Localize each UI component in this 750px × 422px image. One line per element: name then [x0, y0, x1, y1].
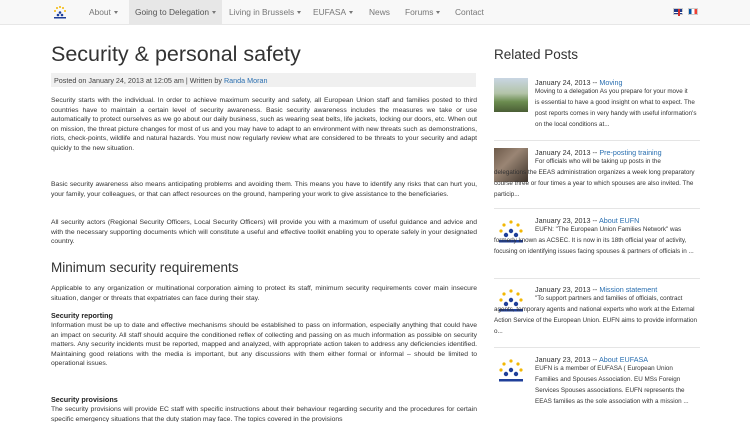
post-thumbnail[interactable] [494, 78, 528, 112]
divider [494, 347, 700, 348]
author-link[interactable]: Randa Moran [224, 76, 268, 85]
nav-forums-label: Forums [405, 7, 434, 17]
chevron-down-icon [113, 11, 118, 14]
subsection-heading: Security reporting [51, 311, 113, 320]
nav-going-label: Going to Delegation [135, 7, 210, 17]
post-meta-date: Posted on January 24, 2013 at 12:05 am |… [54, 75, 224, 85]
fr-flag-icon[interactable] [688, 8, 698, 15]
chevron-down-icon [212, 11, 217, 14]
post-heading: January 23, 2013 -- About EUFN [535, 216, 639, 225]
post-excerpt-first-line: EUFN: "The European Union Families Netwo… [535, 226, 682, 233]
post-excerpt: is essential to have a good insight on w… [535, 99, 697, 128]
post-excerpt: agents, temporary agents and national ex… [494, 306, 697, 335]
post-heading: January 23, 2013 -- About EUFASA [535, 355, 648, 364]
article-paragraph: Applicable to any organization or multin… [51, 285, 477, 302]
post-excerpt-first-line: "To support partners and families of off… [535, 295, 683, 302]
eu-stars-logo-icon[interactable] [52, 5, 68, 19]
post-excerpt: Families and Spouses Association. EU MSs… [535, 376, 689, 405]
post-date: January 24, 2013 -- [535, 148, 600, 157]
article-paragraph: The security provisions will provide EC … [51, 406, 477, 422]
nav-news-label: News [369, 7, 390, 17]
post-meta: Posted on January 24, 2013 at 12:05 am |… [51, 73, 476, 87]
section-heading: Minimum security requirements [51, 260, 239, 275]
nav-living-in-brussels[interactable]: Living in Brussels [229, 7, 302, 17]
nav-eufasa-label: EUFASA [313, 7, 347, 17]
post-link[interactable]: Moving [599, 78, 622, 87]
nav-contact[interactable]: Contact [455, 7, 484, 17]
chevron-down-icon [349, 11, 354, 14]
eufn-logo-icon[interactable] [494, 355, 528, 389]
post-date: January 23, 2013 -- [535, 216, 599, 225]
article-paragraph: Information must be up to date and effec… [51, 322, 477, 368]
post-heading: January 24, 2013 -- Moving [535, 78, 623, 87]
article-paragraph: Basic security awareness also means anti… [51, 181, 477, 198]
post-date: January 24, 2013 -- [535, 78, 600, 87]
top-navbar: About Going to Delegation Living in Brus… [0, 0, 750, 25]
post-excerpt: delegations the EEAS administration orga… [494, 169, 695, 198]
chevron-down-icon [297, 11, 302, 14]
chevron-down-icon [436, 11, 441, 14]
nav-news[interactable]: News [369, 7, 390, 17]
nav-forums[interactable]: Forums [405, 7, 441, 17]
nav-living-label: Living in Brussels [229, 7, 295, 17]
post-link[interactable]: About EUFASA [599, 355, 648, 364]
nav-about-label: About [89, 7, 111, 17]
article-paragraph: Security starts with the individual. In … [51, 97, 477, 152]
related-posts-title: Related Posts [494, 47, 579, 62]
post-excerpt-first-line: Moving to a delegation As you prepare fo… [535, 88, 688, 95]
nav-about[interactable]: About [89, 7, 118, 17]
post-link[interactable]: Mission statement [599, 285, 657, 294]
post-excerpt-first-line: EUFN is a member of EUFASA ( European Un… [535, 365, 673, 372]
post-date: January 23, 2013 -- [535, 285, 600, 294]
post-excerpt-first-line: For officials who will be taking up post… [535, 158, 661, 165]
uk-flag-icon[interactable] [673, 8, 684, 16]
divider [494, 140, 700, 141]
page-title: Security & personal safety [51, 42, 301, 66]
divider [494, 208, 700, 209]
post-excerpt: formerly known as ACSEC. It is now in it… [494, 237, 694, 255]
post-heading: January 23, 2013 -- Mission statement [535, 285, 657, 294]
post-link[interactable]: Pre-posting training [599, 148, 661, 157]
article-paragraph: All security actors (Regional Security O… [51, 219, 477, 246]
post-date: January 23, 2013 -- [535, 355, 599, 364]
nav-eufasa[interactable]: EUFASA [313, 7, 354, 17]
subsection-heading: Security provisions [51, 395, 118, 404]
post-heading: January 24, 2013 -- Pre-posting training [535, 148, 662, 157]
divider [494, 278, 700, 279]
nav-going-to-delegation[interactable]: Going to Delegation [135, 7, 217, 17]
post-link[interactable]: About EUFN [599, 216, 639, 225]
nav-contact-label: Contact [455, 7, 484, 17]
